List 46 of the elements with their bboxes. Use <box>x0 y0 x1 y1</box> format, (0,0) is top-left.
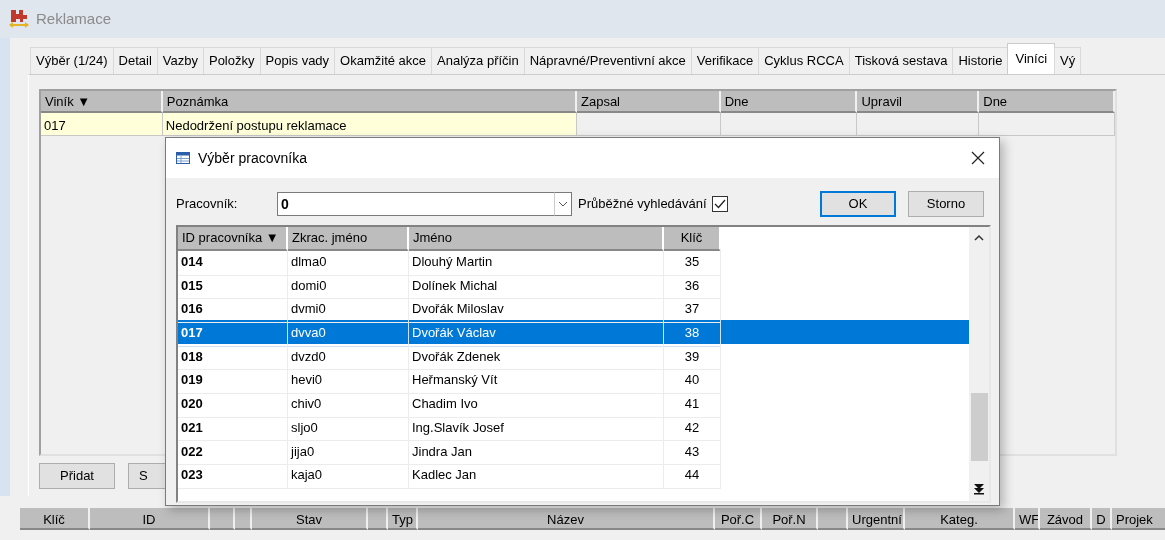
table-cell: Dlouhý Martin <box>412 254 493 269</box>
table-cell: jija0 <box>291 443 315 459</box>
table-cell: Ing.Slavík Josef <box>412 419 504 435</box>
table-cell: 37 <box>684 301 700 317</box>
table-cell: 015 <box>181 277 203 293</box>
table-cell: 43 <box>684 443 700 459</box>
table-cell: dvzd0 <box>291 348 326 364</box>
table-cell: Nedodržení postupu reklamace <box>162 113 577 136</box>
field-label: Pracovník: <box>176 195 239 214</box>
table-cell: Dvořák Zdenek <box>412 348 501 364</box>
table-cell: 020 <box>181 396 203 412</box>
table-cell: 022 <box>181 443 203 459</box>
table-cell: hevi0 <box>291 372 323 388</box>
table-cell: 35 <box>684 254 700 269</box>
table-cell: domi0 <box>291 277 327 293</box>
table-cell: 39 <box>684 348 700 364</box>
table-cell: 36 <box>684 277 700 293</box>
table-cell: Jindra Jan <box>412 443 472 459</box>
table-cell: dlma0 <box>291 254 327 269</box>
table-cell: 023 <box>181 467 203 483</box>
table-cell: dvva0 <box>291 325 326 341</box>
table-cell: 021 <box>181 419 203 435</box>
table-cell: Kadlec Jan <box>412 467 477 483</box>
table-cell: Chadim Ivo <box>412 396 478 412</box>
dialog-title: Výběr pracovníka <box>198 148 308 168</box>
table-cell: 016 <box>181 301 203 317</box>
table-cell: 014 <box>181 254 203 269</box>
table-cell: dvmi0 <box>291 301 326 317</box>
table-cell: sljo0 <box>291 419 318 435</box>
checkbox-label: Průběžné vyhledávání <box>578 195 707 214</box>
table-cell: 40 <box>684 372 700 388</box>
table-cell: 44 <box>684 467 700 483</box>
table-cell: 019 <box>181 372 203 388</box>
table-cell: 017 <box>41 113 163 136</box>
table-cell: Dvořák Miloslav <box>412 301 504 317</box>
table-cell: 42 <box>684 419 700 435</box>
table-cell: Dvořák Václav <box>412 325 496 341</box>
table-cell: chiv0 <box>291 396 322 412</box>
table-cell: Heřmanský Vít <box>412 372 498 388</box>
window-title: Reklamace <box>36 8 112 29</box>
table-cell: 38 <box>684 325 700 341</box>
table-cell: 41 <box>684 396 700 412</box>
table-cell: kaja0 <box>291 467 323 483</box>
table-cell: 017 <box>181 325 203 341</box>
table-cell: 018 <box>181 348 203 364</box>
table-cell: Dolínek Michal <box>412 277 498 293</box>
